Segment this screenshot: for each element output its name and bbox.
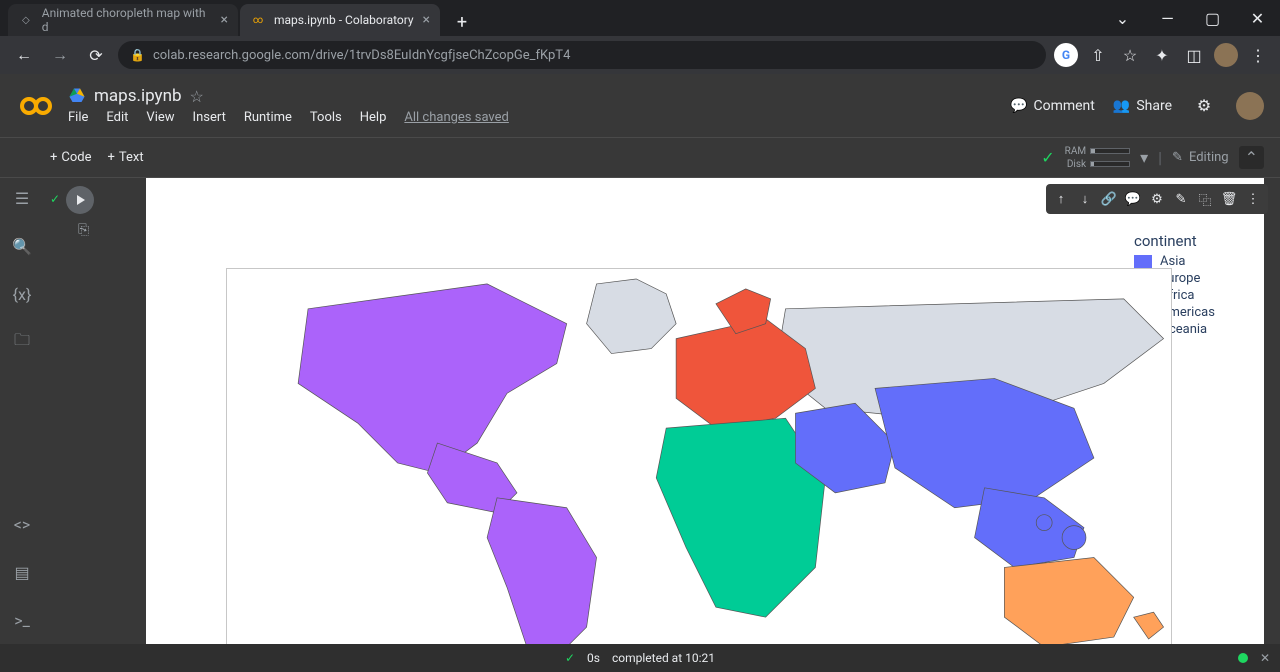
extensions-icon[interactable]: ✦: [1150, 43, 1174, 67]
comment-icon[interactable]: 💬: [1122, 188, 1144, 210]
save-status[interactable]: All changes saved: [404, 110, 509, 125]
browser-tab[interactable]: ◇ Animated choropleth map with d ×: [8, 4, 238, 36]
lock-icon: 🔒: [130, 48, 145, 62]
legend-item[interactable]: Asia: [1134, 254, 1244, 269]
chevron-down-icon[interactable]: ▾: [1140, 148, 1148, 167]
execution-duration: 0s: [587, 651, 600, 665]
star-icon[interactable]: ☆: [190, 87, 204, 106]
browser-tab-bar: ◇ Animated choropleth map with d × ∞ map…: [0, 0, 1280, 36]
menu-icon[interactable]: ⋮: [1246, 43, 1270, 67]
status-bar: ✓ 0s completed at 10:21 ✕: [0, 644, 1280, 672]
browser-tab-active[interactable]: ∞ maps.ipynb - Colaboratory ×: [240, 4, 440, 36]
forward-button[interactable]: →: [46, 41, 74, 69]
google-icon[interactable]: G: [1054, 43, 1078, 67]
gear-icon[interactable]: ⚙: [1190, 92, 1218, 120]
profile-avatar[interactable]: [1214, 43, 1238, 67]
menu-tools[interactable]: Tools: [310, 110, 342, 125]
comment-button[interactable]: 💬 Comment: [1010, 98, 1095, 114]
mirror-icon[interactable]: ⿻: [1194, 188, 1216, 210]
colab-logo[interactable]: [16, 86, 56, 126]
close-icon[interactable]: ✕: [1260, 651, 1270, 665]
resource-indicator[interactable]: RAM Disk: [1065, 146, 1130, 170]
colab-header: maps.ipynb ☆ File Edit View Insert Runti…: [0, 74, 1280, 138]
url-input[interactable]: 🔒 colab.research.google.com/drive/1trvDs…: [118, 41, 1046, 69]
drive-icon: [68, 87, 86, 105]
left-sidebar: ☰ 🔍 {x} 🗀 <> ▤ >_: [0, 178, 44, 644]
close-button[interactable]: ✕: [1235, 0, 1280, 36]
gear-icon[interactable]: ⚙: [1146, 188, 1168, 210]
cell-output: continent Asia Europe Africa Americas Oc…: [146, 178, 1264, 644]
notebook-area: ✓ ⎘ ↑ ↓ 🔗 💬 ⚙ ✎ ⿻ 🗑 ⋮ continent Asia Eur…: [44, 178, 1280, 644]
files-icon[interactable]: 🗀: [10, 330, 34, 354]
window-controls: ⌄ ― ▢ ✕: [1100, 0, 1280, 36]
new-tab-button[interactable]: +: [448, 8, 476, 36]
side-panel-icon[interactable]: ◫: [1182, 43, 1206, 67]
delete-icon[interactable]: 🗑: [1218, 188, 1240, 210]
back-button[interactable]: ←: [10, 41, 38, 69]
link-icon[interactable]: 🔗: [1098, 188, 1120, 210]
menu-view[interactable]: View: [146, 110, 174, 125]
map-svg: [227, 269, 1171, 644]
variables-icon[interactable]: {x}: [10, 282, 34, 306]
kernel-status-dot[interactable]: [1238, 653, 1248, 663]
pencil-icon: ✎: [1172, 150, 1183, 165]
menu-help[interactable]: Help: [360, 110, 387, 125]
add-text-button[interactable]: + Text: [108, 150, 144, 165]
url-text: colab.research.google.com/drive/1trvDs8E…: [153, 48, 570, 63]
share-icon: 👥: [1113, 98, 1130, 114]
cell-toolbar: ↑ ↓ 🔗 💬 ⚙ ✎ ⿻ 🗑 ⋮: [1046, 184, 1268, 214]
favicon: ∞: [250, 12, 266, 28]
document-title[interactable]: maps.ipynb: [94, 86, 182, 106]
share-button[interactable]: 👥 Share: [1113, 98, 1172, 114]
share-icon[interactable]: ⇧: [1086, 43, 1110, 67]
check-icon: ✓: [565, 651, 575, 665]
chevron-down-icon[interactable]: ⌄: [1100, 0, 1145, 36]
more-icon[interactable]: ⋮: [1242, 188, 1264, 210]
menu-edit[interactable]: Edit: [106, 110, 128, 125]
cell-gutter: ✓: [44, 178, 104, 238]
move-down-icon[interactable]: ↓: [1074, 188, 1096, 210]
run-cell-button[interactable]: [66, 186, 94, 214]
menu-runtime[interactable]: Runtime: [244, 110, 292, 125]
clear-output-icon[interactable]: ⎘: [78, 222, 89, 238]
terminal-icon[interactable]: >_: [10, 608, 34, 632]
edit-icon[interactable]: ✎: [1170, 188, 1192, 210]
editing-mode-button[interactable]: ✎ Editing: [1172, 150, 1229, 165]
minimize-button[interactable]: ―: [1145, 0, 1190, 36]
tab-title: Animated choropleth map with d: [42, 6, 213, 34]
code-icon[interactable]: <>: [10, 512, 34, 536]
world-map[interactable]: [226, 268, 1172, 644]
toc-icon[interactable]: ☰: [10, 186, 34, 210]
check-icon: ✓: [50, 192, 60, 206]
menu-bar: File Edit View Insert Runtime Tools Help…: [68, 110, 509, 125]
execution-message: completed at 10:21: [612, 651, 715, 665]
star-icon[interactable]: ☆: [1118, 43, 1142, 67]
reload-button[interactable]: ⟳: [82, 41, 110, 69]
add-code-button[interactable]: + Code: [50, 150, 92, 165]
comment-icon: 💬: [1010, 98, 1027, 114]
menu-file[interactable]: File: [68, 110, 88, 125]
maximize-button[interactable]: ▢: [1190, 0, 1235, 36]
tab-title: maps.ipynb - Colaboratory: [274, 13, 414, 27]
close-icon[interactable]: ×: [221, 12, 228, 28]
menu-insert[interactable]: Insert: [193, 110, 226, 125]
move-up-icon[interactable]: ↑: [1050, 188, 1072, 210]
close-icon[interactable]: ×: [423, 12, 430, 28]
choropleth-chart[interactable]: continent Asia Europe Africa Americas Oc…: [226, 268, 1244, 644]
check-icon: ✓: [1041, 148, 1054, 167]
user-avatar[interactable]: [1236, 92, 1264, 120]
address-bar: ← → ⟳ 🔒 colab.research.google.com/drive/…: [0, 36, 1280, 74]
commands-icon[interactable]: ▤: [10, 560, 34, 584]
legend-title: continent: [1134, 232, 1244, 250]
chevron-up-icon[interactable]: ⌃: [1239, 146, 1264, 169]
colab-toolbar: + Code + Text ✓ RAM Disk ▾ | ✎ Editing ⌃: [0, 138, 1280, 178]
favicon: ◇: [18, 12, 34, 28]
search-icon[interactable]: 🔍: [10, 234, 34, 258]
